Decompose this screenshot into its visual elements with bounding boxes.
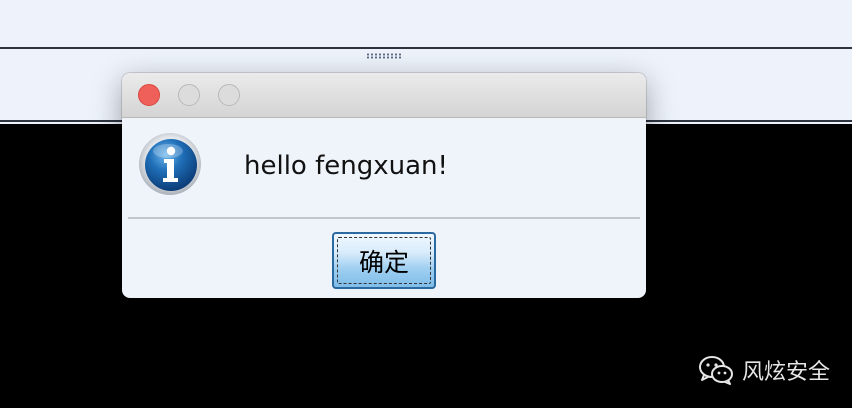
- ok-button[interactable]: 确定: [332, 232, 436, 289]
- window-divider-top: [0, 47, 852, 49]
- minimize-window-button[interactable]: [178, 84, 200, 106]
- wechat-logo-icon: [699, 356, 733, 385]
- info-icon: [139, 133, 201, 195]
- close-window-button[interactable]: [138, 84, 160, 106]
- message-dialog: hello fengxuan! 确定: [122, 73, 646, 298]
- watermark: 风炫安全: [698, 352, 830, 388]
- dialog-titlebar[interactable]: [122, 73, 646, 118]
- ok-button-label: 确定: [358, 247, 409, 277]
- maximize-window-button[interactable]: [218, 84, 240, 106]
- dialog-separator: [128, 217, 640, 219]
- dialog-message: hello fengxuan!: [244, 151, 448, 181]
- watermark-text: 风炫安全: [742, 360, 831, 385]
- split-pane-handle[interactable]: [366, 53, 402, 59]
